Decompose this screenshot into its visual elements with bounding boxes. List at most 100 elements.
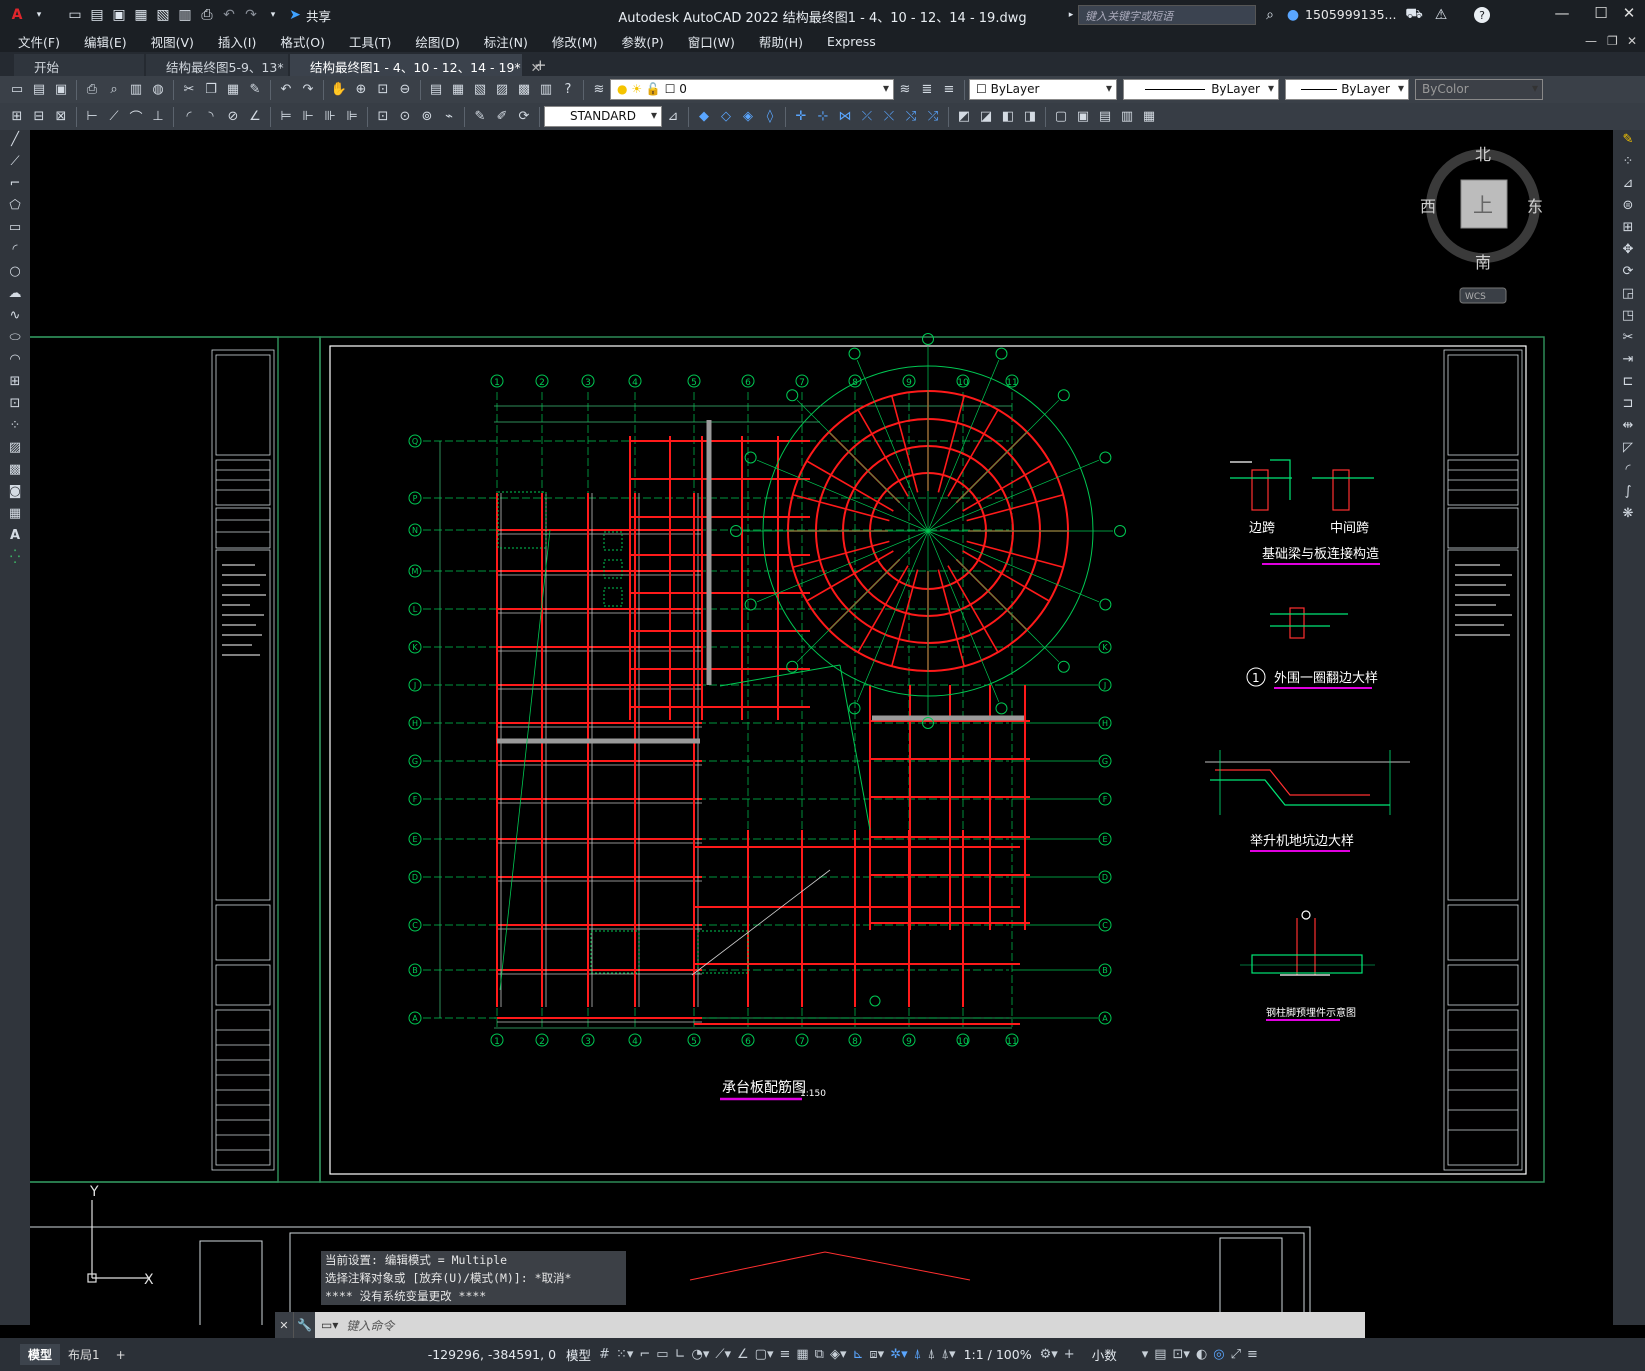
extend-icon[interactable]: ⇥	[1616, 352, 1640, 372]
menu-express[interactable]: Express	[815, 34, 888, 49]
open-folder-icon[interactable]: ▤	[86, 4, 108, 26]
menu-draw[interactable]: 绘图(D)	[403, 32, 471, 51]
selection-cycling-icon[interactable]: ⧉	[815, 1347, 824, 1362]
view-bottom-icon[interactable]: ◪	[976, 107, 996, 127]
search-icon[interactable]: ⌕	[1259, 4, 1281, 26]
move-icon[interactable]: ✥	[1616, 242, 1640, 262]
view-left-icon[interactable]: ◧	[998, 107, 1018, 127]
zoom-window-icon[interactable]: ⊡	[373, 80, 393, 100]
chamfer-icon[interactable]: ◸	[1616, 440, 1640, 460]
scale-icon[interactable]: ◲	[1616, 286, 1640, 306]
units-arrow-icon[interactable]: ▾	[1142, 1347, 1149, 1362]
plot-icon[interactable]: ⎙	[82, 80, 102, 100]
redo-icon[interactable]: ↷	[298, 80, 318, 100]
pan-icon[interactable]: ✋	[329, 80, 349, 100]
dim-style-dropdown[interactable]: STANDARD	[544, 106, 662, 127]
undo-icon[interactable]: ↶	[276, 80, 296, 100]
share-icon[interactable]: ➤	[284, 4, 306, 26]
mirror-icon[interactable]: ⊿	[1616, 176, 1640, 196]
multiline-text-icon[interactable]: A	[3, 528, 27, 548]
trim-icon[interactable]: ✂	[1616, 330, 1640, 350]
workspace-icon[interactable]: ⚙▾	[1040, 1347, 1058, 1362]
view-se-icon[interactable]: ▥	[1117, 107, 1137, 127]
ucs-icon[interactable]: ◆	[694, 107, 714, 127]
ucs-z-icon[interactable]: ⤭	[901, 107, 921, 127]
dim-arc-icon[interactable]: ⌒	[126, 107, 146, 127]
menu-edit[interactable]: 编辑(E)	[72, 32, 139, 51]
minimize-icon[interactable]: —	[1549, 4, 1575, 26]
layer-manager-icon[interactable]: ≋	[589, 80, 609, 100]
ucs-world-icon[interactable]: ◇	[716, 107, 736, 127]
circle-icon[interactable]: ○	[3, 264, 27, 284]
new-file-icon[interactable]: ▭	[64, 4, 86, 26]
hatch-icon[interactable]: ▨	[3, 440, 27, 460]
break-at-point-icon[interactable]: ⊏	[1616, 374, 1640, 394]
units-dropdown[interactable]: 小数	[1092, 1345, 1117, 1364]
maximize-icon[interactable]: ☐	[1588, 4, 1614, 26]
gradient-icon[interactable]: ▩	[3, 462, 27, 482]
publish-icon[interactable]: ▥	[126, 80, 146, 100]
transparency-icon[interactable]: ▦	[796, 1347, 808, 1362]
layer-previous-icon[interactable]: ≣	[917, 80, 937, 100]
make-block-icon[interactable]: ⊡	[3, 396, 27, 416]
web-icon[interactable]: ◍	[148, 80, 168, 100]
properties-icon[interactable]: ▤	[426, 80, 446, 100]
linear-dim-icon[interactable]: ⊟	[29, 107, 49, 127]
menu-parametric[interactable]: 参数(P)	[609, 32, 675, 51]
paste-icon[interactable]: ▦	[223, 80, 243, 100]
inspect-icon[interactable]: ⊚	[417, 107, 437, 127]
undo-icon[interactable]: ↶	[218, 4, 240, 26]
command-line[interactable]: ✕ 🔧 ▭▾ 键入命令	[275, 1312, 1365, 1338]
revision-cloud-icon[interactable]: ☁	[3, 286, 27, 306]
dim-jogged-icon[interactable]: ◝	[201, 107, 221, 127]
annotation-visibility-icon[interactable]: ⍋	[914, 1347, 922, 1362]
menu-window[interactable]: 窗口(W)	[676, 32, 747, 51]
drawing-canvas[interactable]: 1 1 2 2 3 3 4 4 5 5 6 6 7 7 8 8 9 9 10 10 11 11 Q P N M L K J H G F E D C B…	[30, 130, 1613, 1325]
user-icon[interactable]: ●	[1282, 4, 1304, 26]
zoom-previous-icon[interactable]: ⊖	[395, 80, 415, 100]
join-icon[interactable]: ⇹	[1616, 418, 1640, 438]
new-tab-button[interactable]: +	[524, 54, 557, 76]
close-window-icon[interactable]: ✕	[1616, 4, 1642, 26]
blend-icon[interactable]: ∫	[1616, 484, 1640, 504]
tool-palettes-icon[interactable]: ▧	[470, 80, 490, 100]
insert-block-icon[interactable]: ⊞	[3, 374, 27, 394]
save-icon[interactable]: ▣	[108, 4, 130, 26]
layer-dropdown[interactable]: ● ☀ 🔓 ☐ 0	[610, 79, 894, 100]
ucs-3point-icon[interactable]: ⋈	[835, 107, 855, 127]
center-mark-icon[interactable]: ⊙	[395, 107, 415, 127]
menu-dimension[interactable]: 标注(N)	[472, 32, 540, 51]
make-current-layer-icon[interactable]: ≋	[895, 80, 915, 100]
dim-edit-icon[interactable]: ✎	[470, 107, 490, 127]
aligned-dim-icon[interactable]: ⊠	[51, 107, 71, 127]
match-properties-icon[interactable]: ✎	[245, 80, 265, 100]
graphics-performance-icon[interactable]: ◎	[1213, 1347, 1224, 1362]
ucs-origin-icon[interactable]: ✛	[791, 107, 811, 127]
isodraft-icon[interactable]: ⟋▾	[715, 1347, 731, 1362]
dim-update-icon[interactable]: ⟳	[514, 107, 534, 127]
menu-help[interactable]: 帮助(H)	[747, 32, 815, 51]
compass-north[interactable]: 北	[1475, 145, 1491, 164]
arc-icon[interactable]: ◜	[3, 242, 27, 262]
dim-text-edit-icon[interactable]: ✐	[492, 107, 512, 127]
dim-space-icon[interactable]: ⊫	[342, 107, 362, 127]
view-back-icon[interactable]: ▣	[1073, 107, 1093, 127]
lineweight-icon[interactable]: ≡	[779, 1347, 790, 1362]
erase-icon[interactable]: ✎	[1616, 132, 1640, 152]
annotation-scale-value[interactable]: 1:1 / 100%	[964, 1347, 1032, 1362]
lineweight-dropdown[interactable]: ByLayer	[1285, 79, 1409, 100]
rotate-icon[interactable]: ⟳	[1616, 264, 1640, 284]
dim-style-icon[interactable]: ⊿	[663, 107, 683, 127]
lock-ui-icon[interactable]: ⊡▾	[1173, 1347, 1190, 1362]
add-layout-button[interactable]: +	[108, 1346, 134, 1364]
save-icon[interactable]: ▣	[51, 80, 71, 100]
ucs-apply-icon[interactable]: ⤮	[923, 107, 943, 127]
tab-layout1[interactable]: 布局1	[60, 1344, 108, 1365]
point-icon[interactable]: ⁘	[3, 418, 27, 438]
doc-close-icon[interactable]: ✕	[1627, 34, 1637, 48]
recent-commands-icon[interactable]: ▭▾	[321, 1318, 338, 1332]
compass-east[interactable]: 东	[1527, 197, 1543, 216]
menu-tools[interactable]: 工具(T)	[337, 32, 403, 51]
compass-west[interactable]: 西	[1420, 197, 1436, 216]
help-icon[interactable]: ?	[1474, 7, 1490, 23]
